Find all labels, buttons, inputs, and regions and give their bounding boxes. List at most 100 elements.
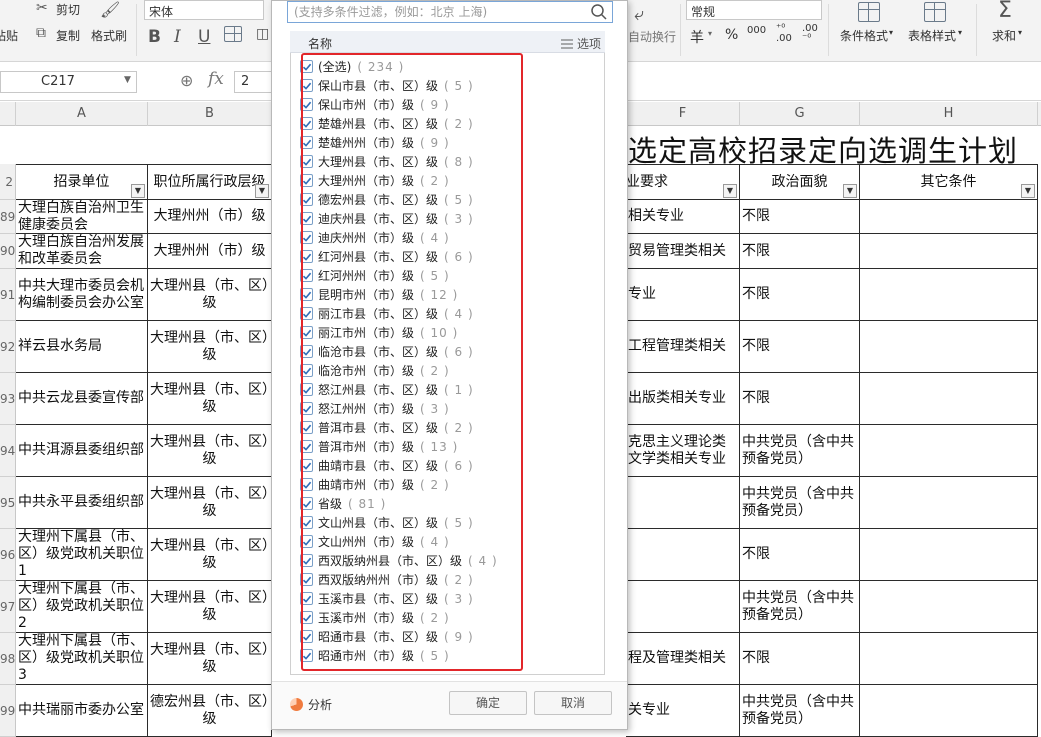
options-button[interactable]: 选项 <box>560 35 601 52</box>
list-item[interactable]: 普洱市县（市、区）级 ( 2 ) <box>300 418 474 437</box>
column-header-h[interactable]: H <box>860 102 1038 126</box>
table-cell-g[interactable]: 不限 <box>740 373 860 425</box>
table-cell-g[interactable]: 不限 <box>740 269 860 321</box>
underline-button[interactable]: U <box>198 26 210 48</box>
currency-button[interactable]: 羊 <box>690 27 704 47</box>
list-item[interactable]: 昆明市州（市）级 ( 12 ) <box>300 285 458 304</box>
list-item[interactable]: 文山州县（市、区）级 ( 5 ) <box>300 513 474 532</box>
table-cell-a[interactable]: 中共大理市委员会机构编制委员会办公室 <box>16 269 148 321</box>
filter-dropdown-button[interactable]: ▼ <box>723 184 737 198</box>
checkbox[interactable] <box>300 440 313 453</box>
table-cell-b[interactable]: 大理州县（市、区）级 <box>148 529 272 581</box>
row-header[interactable]: 95 <box>0 477 16 529</box>
table-cell-a[interactable]: 中共云龙县委宣传部 <box>16 373 148 425</box>
table-cell-b[interactable]: 德宏州县（市、区）级 <box>148 685 272 737</box>
table-cell-f[interactable]: 贸易管理类相关 <box>626 234 740 269</box>
checkbox[interactable] <box>300 231 313 244</box>
bold-button[interactable]: B <box>148 26 161 48</box>
checkbox[interactable] <box>300 383 313 396</box>
auto-wrap-button[interactable]: 自动换行 <box>628 28 676 45</box>
list-item[interactable]: 大理州州（市）级 ( 2 ) <box>300 171 450 190</box>
checkbox[interactable] <box>300 459 313 472</box>
table-cell-a[interactable]: 中共洱源县委组织部 <box>16 425 148 477</box>
table-cell-h[interactable] <box>860 321 1038 373</box>
checkbox[interactable] <box>300 421 313 434</box>
list-item[interactable]: 玉溪市州（市）级 ( 2 ) <box>300 608 450 627</box>
row-header[interactable]: 99 <box>0 685 16 737</box>
table-cell-g[interactable]: 不限 <box>740 529 860 581</box>
decrease-decimal-icon[interactable]: .00 ⁻⁰ <box>802 24 818 44</box>
filter-dropdown-button[interactable]: ▼ <box>1021 184 1035 198</box>
list-item[interactable]: 红河州州（市）级 ( 5 ) <box>300 266 450 285</box>
table-cell-a[interactable]: 大理白族自治州发展和改革委员会 <box>16 234 148 269</box>
checkbox[interactable] <box>300 193 313 206</box>
cancel-button[interactable]: 取消 <box>534 691 612 715</box>
table-cell-h[interactable] <box>860 200 1038 234</box>
checkbox[interactable] <box>300 98 313 111</box>
table-cell-f[interactable]: 关专业 <box>626 685 740 737</box>
checkbox[interactable] <box>300 212 313 225</box>
search-icon[interactable] <box>590 3 608 21</box>
increase-decimal-icon[interactable]: ⁺⁰ .00 <box>776 24 792 44</box>
checkbox[interactable] <box>300 611 313 624</box>
list-item[interactable]: 曲靖市县（市、区）级 ( 6 ) <box>300 456 474 475</box>
column-header-g[interactable]: G <box>740 102 860 126</box>
table-cell-f[interactable]: 工程管理类相关 <box>626 321 740 373</box>
table-cell-h[interactable] <box>860 685 1038 737</box>
paste-button[interactable]: 粘贴 <box>0 27 18 44</box>
table-cell-h[interactable] <box>860 269 1038 321</box>
table-cell-a[interactable]: 大理州下属县（市、区）级党政机关职位2 <box>16 581 148 633</box>
row-header[interactable]: 96 <box>0 529 16 581</box>
list-item[interactable]: 楚雄州州（市）级 ( 9 ) <box>300 133 450 152</box>
row-header[interactable]: 90 <box>0 234 16 269</box>
checkbox[interactable] <box>300 478 313 491</box>
table-cell-g[interactable]: 不限 <box>740 321 860 373</box>
table-cell-h[interactable] <box>860 529 1038 581</box>
list-item[interactable]: 怒江州州（市）级 ( 3 ) <box>300 399 450 418</box>
checkbox[interactable] <box>300 117 313 130</box>
table-cell-g[interactable]: 不限 <box>740 200 860 234</box>
row-header[interactable]: 93 <box>0 373 16 425</box>
table-cell-f[interactable]: 出版类相关专业 <box>626 373 740 425</box>
checkbox[interactable] <box>300 592 313 605</box>
table-cell-b[interactable]: 大理州州（市）级 <box>148 200 272 234</box>
conditional-format-button[interactable]: 条件格式 <box>840 27 888 44</box>
column-header-a[interactable]: A <box>16 102 148 126</box>
italic-button[interactable]: I <box>174 26 181 48</box>
table-cell-g[interactable]: 中共党员（含中共预备党员） <box>740 425 860 477</box>
row-header[interactable]: 91 <box>0 269 16 321</box>
table-cell-g[interactable]: 中共党员（含中共预备党员） <box>740 685 860 737</box>
checkbox[interactable] <box>300 288 313 301</box>
checkbox[interactable] <box>300 60 313 73</box>
table-cell-h[interactable] <box>860 373 1038 425</box>
checkbox[interactable] <box>300 649 313 662</box>
table-cell-b[interactable]: 大理州州（市）级 <box>148 234 272 269</box>
percent-button[interactable]: % <box>725 27 738 43</box>
table-cell-a[interactable]: 中共永平县委组织部 <box>16 477 148 529</box>
row-header[interactable]: 92 <box>0 321 16 373</box>
chevron-down-icon[interactable]: ▾ <box>889 28 893 37</box>
table-cell-h[interactable] <box>860 477 1038 529</box>
table-cell-g[interactable]: 中共党员（含中共预备党员） <box>740 581 860 633</box>
formula-input[interactable]: 2 <box>234 71 274 93</box>
checkbox[interactable] <box>300 326 313 339</box>
row-header[interactable]: 94 <box>0 425 16 477</box>
table-cell-b[interactable]: 大理州县（市、区）级 <box>148 373 272 425</box>
table-cell-h[interactable] <box>860 581 1038 633</box>
list-item[interactable]: 文山州州（市）级 ( 4 ) <box>300 532 450 551</box>
table-style-icon[interactable] <box>924 2 946 22</box>
table-cell-f[interactable] <box>626 529 740 581</box>
list-item[interactable]: 红河州县（市、区）级 ( 6 ) <box>300 247 474 266</box>
checkbox[interactable] <box>300 345 313 358</box>
table-cell-f[interactable]: 克思主义理论类文学类相关专业 <box>626 425 740 477</box>
format-painter-button[interactable]: 格式刷 <box>91 27 127 44</box>
list-item[interactable]: 西双版纳州州（市）级 ( 2 ) <box>300 570 474 589</box>
number-format-select[interactable]: 常规 <box>686 0 822 20</box>
list-item[interactable]: 楚雄州县（市、区）级 ( 2 ) <box>300 114 474 133</box>
sum-button[interactable]: 求和 <box>992 27 1016 44</box>
row-header[interactable]: 2 <box>0 164 16 200</box>
list-item[interactable]: (全选) ( 234 ) <box>300 57 404 76</box>
list-item[interactable]: 保山市州（市）级 ( 9 ) <box>300 95 450 114</box>
fill-color-icon[interactable]: ◫ <box>256 26 269 42</box>
list-item[interactable]: 保山市县（市、区）级 ( 5 ) <box>300 76 474 95</box>
